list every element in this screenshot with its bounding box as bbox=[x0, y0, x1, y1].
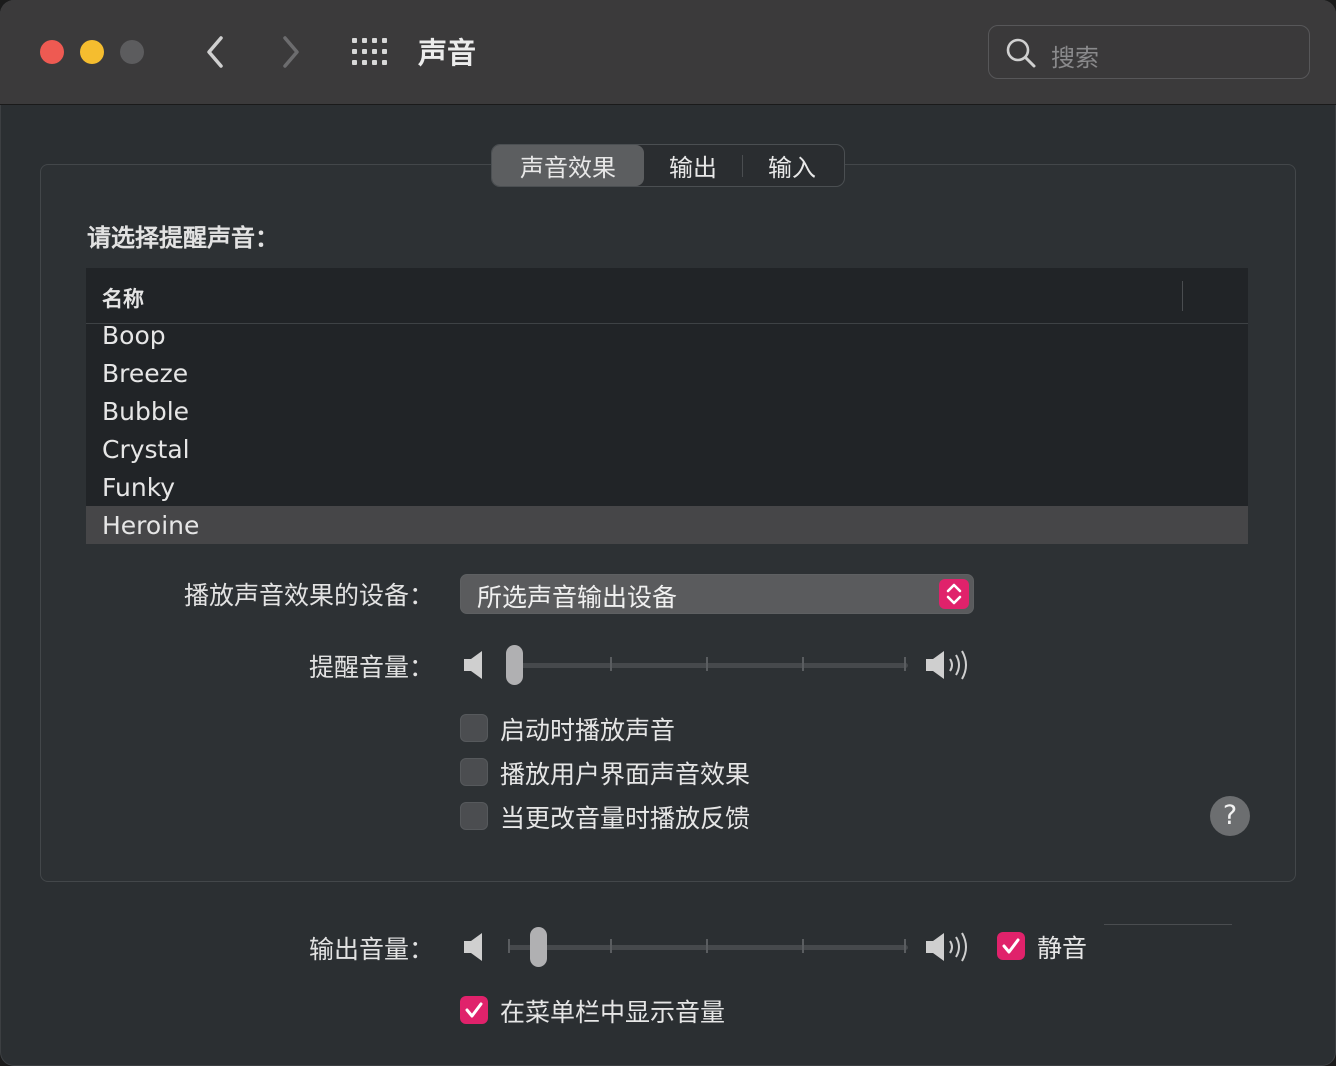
list-item[interactable]: Bubble bbox=[86, 392, 1248, 430]
list-item[interactable]: Breeze bbox=[86, 354, 1248, 392]
slider-knob[interactable] bbox=[506, 645, 523, 685]
window-title: 声音 bbox=[418, 36, 477, 70]
chevron-updown-icon bbox=[946, 583, 962, 605]
speaker-low-icon bbox=[464, 933, 482, 961]
slider-tick bbox=[904, 657, 906, 671]
slider-tick bbox=[802, 939, 804, 953]
slider-tick bbox=[706, 939, 708, 953]
back-button[interactable] bbox=[196, 30, 236, 74]
mute-label: 静音 bbox=[1037, 934, 1088, 963]
tab-sound-effects[interactable]: 声音效果 bbox=[492, 145, 644, 186]
alert-volume-slider[interactable] bbox=[504, 643, 908, 687]
chevron-left-icon bbox=[207, 36, 223, 68]
output-device-popup[interactable]: 所选声音输出设备 bbox=[460, 574, 974, 614]
ui-sound-effects-label: 播放用户界面声音效果 bbox=[500, 760, 751, 789]
list-item-selected[interactable]: Heroine bbox=[86, 506, 1248, 544]
alert-sound-prompt: 请选择提醒声音： bbox=[87, 224, 279, 252]
search-field[interactable]: 搜索 bbox=[988, 25, 1310, 79]
list-item[interactable]: Funky bbox=[86, 468, 1248, 506]
output-device-value: 所选声音输出设备 bbox=[477, 583, 678, 612]
column-header-name[interactable]: 名称 bbox=[102, 283, 144, 313]
help-button[interactable]: ? bbox=[1210, 796, 1250, 836]
grid-icon bbox=[352, 38, 387, 65]
list-item[interactable]: Crystal bbox=[86, 430, 1248, 468]
slider-tick bbox=[610, 939, 612, 953]
close-window-button[interactable] bbox=[40, 40, 64, 64]
startup-sound-checkbox[interactable] bbox=[460, 714, 488, 742]
slider-tick bbox=[610, 657, 612, 671]
checkmark-icon bbox=[1002, 938, 1020, 954]
minimize-window-button[interactable] bbox=[80, 40, 104, 64]
list-item[interactable]: Boop bbox=[86, 316, 1248, 354]
titlebar: 声音 搜索 bbox=[0, 0, 1336, 105]
volume-feedback-label: 当更改音量时播放反馈 bbox=[500, 804, 751, 833]
column-divider[interactable] bbox=[1182, 281, 1183, 311]
slider-tick bbox=[904, 939, 906, 953]
startup-sound-label: 启动时播放声音 bbox=[500, 716, 676, 745]
output-volume-slider[interactable] bbox=[504, 925, 908, 969]
slider-tick bbox=[802, 657, 804, 671]
speaker-high-icon bbox=[926, 650, 967, 680]
search-placeholder: 搜索 bbox=[1051, 44, 1099, 72]
divider-line bbox=[1104, 924, 1232, 925]
output-volume-label: 输出音量： bbox=[308, 935, 434, 964]
search-icon bbox=[1006, 38, 1036, 68]
volume-feedback-checkbox[interactable] bbox=[460, 802, 488, 830]
chevron-right-icon bbox=[283, 36, 299, 68]
checkmark-icon bbox=[465, 1002, 483, 1018]
slider-tick bbox=[508, 939, 510, 953]
slider-track bbox=[508, 945, 908, 950]
alert-volume-label: 提醒音量： bbox=[308, 653, 434, 682]
forward-button[interactable] bbox=[270, 30, 310, 74]
popup-stepper[interactable] bbox=[939, 579, 969, 609]
tab-input[interactable]: 输入 bbox=[743, 145, 841, 186]
tab-bar: 声音效果 输出 输入 bbox=[491, 144, 845, 187]
slider-knob[interactable] bbox=[530, 927, 547, 967]
slider-tick bbox=[706, 657, 708, 671]
sound-preferences-window: 声音 搜索 声音效果 输出 输入 请选择提醒声音： 名称 Boop Breeze… bbox=[0, 0, 1336, 1066]
slider-track bbox=[508, 663, 908, 668]
speaker-low-icon bbox=[464, 651, 482, 679]
speaker-high-icon bbox=[926, 932, 967, 962]
zoom-window-button[interactable] bbox=[120, 40, 144, 64]
show-all-button[interactable] bbox=[350, 36, 390, 68]
alert-sound-list[interactable]: 名称 Boop Breeze Bubble Crystal Funky Hero… bbox=[86, 268, 1248, 544]
device-label: 播放声音效果的设备： bbox=[183, 581, 434, 610]
show-volume-in-menubar-checkbox[interactable] bbox=[460, 996, 488, 1024]
show-volume-in-menubar-label: 在菜单栏中显示音量 bbox=[500, 998, 726, 1027]
mute-checkbox[interactable] bbox=[997, 932, 1025, 960]
tab-output[interactable]: 输出 bbox=[644, 145, 742, 186]
ui-sound-effects-checkbox[interactable] bbox=[460, 758, 488, 786]
